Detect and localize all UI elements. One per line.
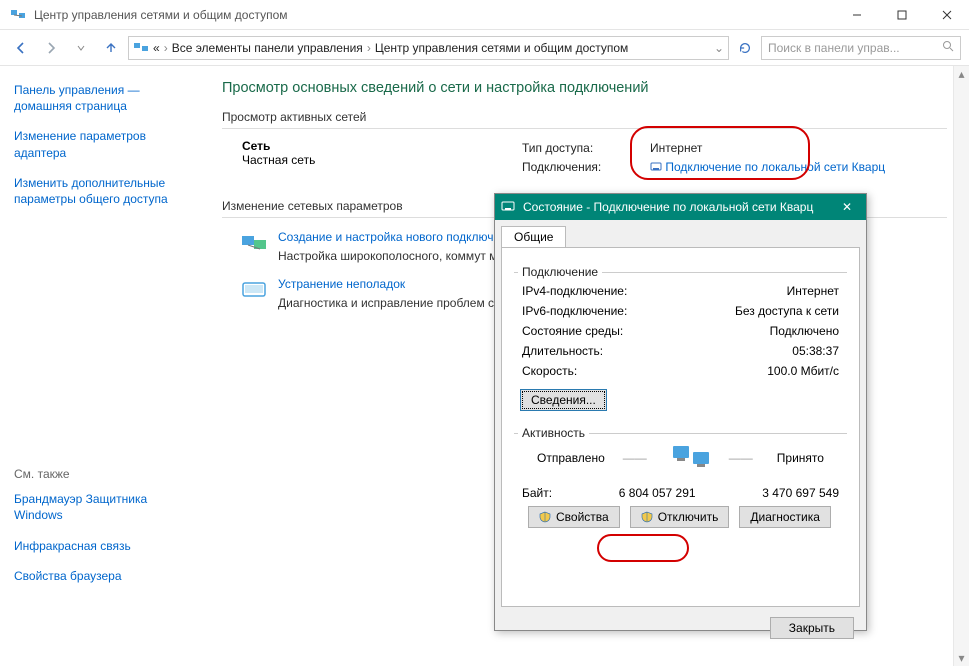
breadcrumb-root[interactable]: « (153, 41, 160, 55)
search-placeholder: Поиск в панели управ... (768, 41, 900, 55)
minimize-button[interactable] (834, 0, 879, 30)
close-button[interactable] (924, 0, 969, 30)
vertical-scrollbar[interactable]: ▴ ▾ (953, 66, 969, 666)
value-ipv4: Интернет (787, 284, 839, 298)
up-button[interactable] (98, 35, 124, 61)
connection-link[interactable]: Подключение по локальной сети Кварц (665, 160, 885, 174)
dialog-close-button[interactable]: ✕ (834, 200, 860, 214)
explorer-navbar: « › Все элементы панели управления › Цен… (0, 30, 969, 66)
value-media-state: Подключено (770, 324, 839, 338)
close-dialog-button[interactable]: Закрыть (770, 617, 854, 639)
details-button[interactable]: Сведения... (520, 389, 607, 411)
forward-button[interactable] (38, 35, 64, 61)
network-center-icon (10, 7, 26, 23)
group-active-networks: Просмотр активных сетей (222, 110, 947, 124)
search-box[interactable]: Поиск в панели управ... (761, 36, 961, 60)
properties-button-label: Свойства (556, 510, 609, 524)
disable-button[interactable]: Отключить (630, 506, 730, 528)
label-duration: Длительность: (522, 344, 603, 358)
see-also-heading: См. также (14, 467, 196, 481)
label-speed: Скорость: (522, 364, 577, 378)
dialog-titlebar[interactable]: Состояние - Подключение по локальной сет… (495, 194, 866, 220)
label-media-state: Состояние среды: (522, 324, 623, 338)
label-ipv4: IPv4-подключение: (522, 284, 627, 298)
sidebar-link-adapter-settings[interactable]: Изменение параметров адаптера (14, 128, 196, 160)
scroll-up-icon[interactable]: ▴ (954, 66, 969, 82)
address-dropdown-icon[interactable]: ⌄ (714, 41, 724, 55)
page-heading: Просмотр основных сведений о сети и наст… (222, 80, 947, 96)
scroll-down-icon[interactable]: ▾ (954, 650, 969, 666)
diagnose-button[interactable]: Диагностика (739, 506, 831, 528)
refresh-button[interactable] (733, 36, 757, 60)
properties-button[interactable]: Свойства (528, 506, 620, 528)
value-bytes-recv: 3 470 697 549 (762, 486, 839, 500)
address-bar[interactable]: « › Все элементы панели управления › Цен… (128, 36, 729, 60)
breadcrumb-item[interactable]: Все элементы панели управления (172, 41, 363, 55)
group-activity: Активность (518, 426, 589, 440)
sidebar-link-internet-options[interactable]: Свойства браузера (14, 568, 196, 584)
sidebar-link-firewall[interactable]: Брандмауэр Защитника Windows (14, 491, 196, 523)
recent-dropdown[interactable] (68, 35, 94, 61)
computers-icon (671, 442, 711, 474)
network-center-icon (133, 40, 149, 56)
chevron-right-icon: › (367, 41, 371, 55)
shield-icon (641, 511, 653, 523)
sidebar-link-advanced-sharing[interactable]: Изменить дополнительные параметры общего… (14, 175, 196, 207)
value-speed: 100.0 Мбит/с (767, 364, 839, 378)
sidebar-link-irda[interactable]: Инфракрасная связь (14, 538, 196, 554)
window-title: Центр управления сетями и общим доступом (34, 8, 834, 22)
search-icon (942, 40, 954, 55)
label-ipv6: IPv6-подключение: (522, 304, 627, 318)
back-button[interactable] (8, 35, 34, 61)
value-duration: 05:38:37 (792, 344, 839, 358)
shield-icon (539, 511, 551, 523)
chevron-right-icon: › (164, 41, 168, 55)
maximize-button[interactable] (879, 0, 924, 30)
new-connection-icon (240, 230, 268, 258)
label-connections: Подключения: (522, 158, 622, 177)
ethernet-icon (650, 161, 662, 173)
sidebar-link-home[interactable]: Панель управления — домашняя страница (14, 82, 196, 114)
troubleshoot-icon (240, 277, 268, 305)
breadcrumb-item[interactable]: Центр управления сетями и общим доступом (375, 41, 629, 55)
tab-general[interactable]: Общие (501, 226, 566, 247)
value-access-type: Интернет (650, 139, 702, 158)
value-bytes-sent: 6 804 057 291 (619, 486, 696, 500)
sidebar: Панель управления — домашняя страница Из… (0, 66, 210, 666)
label-sent: Отправлено (537, 451, 605, 465)
label-bytes: Байт: (522, 486, 552, 500)
group-connection: Подключение (518, 265, 602, 279)
network-name: Сеть (242, 139, 270, 153)
value-ipv6: Без доступа к сети (735, 304, 839, 318)
dialog-title: Состояние - Подключение по локальной сет… (523, 200, 813, 214)
disable-button-label: Отключить (658, 510, 719, 524)
label-access-type: Тип доступа: (522, 139, 622, 158)
network-type: Частная сеть (242, 153, 522, 167)
label-received: Принято (777, 451, 824, 465)
status-dialog: Состояние - Подключение по локальной сет… (494, 193, 867, 631)
ethernet-icon (501, 200, 515, 214)
window-titlebar: Центр управления сетями и общим доступом (0, 0, 969, 30)
